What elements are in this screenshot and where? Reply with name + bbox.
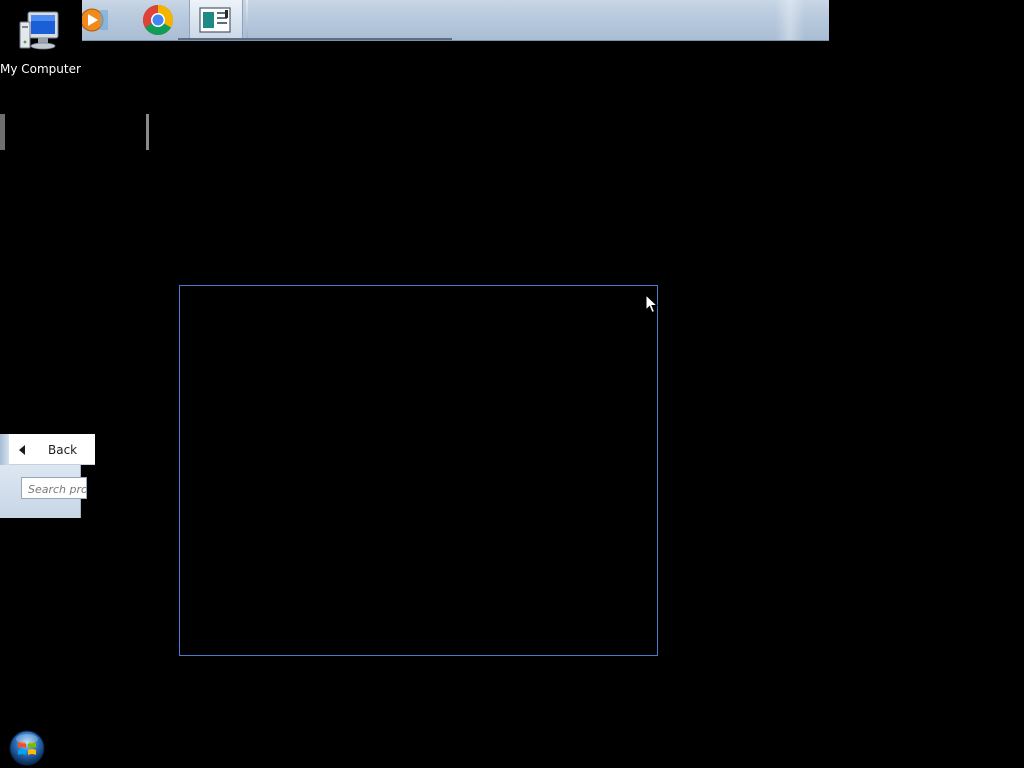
start-button[interactable] — [7, 729, 47, 767]
window-fragment — [0, 114, 150, 150]
computer-icon — [16, 8, 64, 60]
back-button[interactable]: Back — [14, 439, 90, 461]
window-app-icon — [199, 7, 231, 33]
chrome-icon — [142, 4, 174, 36]
search-programs-input[interactable] — [22, 480, 86, 498]
mouse-cursor-icon — [645, 293, 659, 314]
taskbar-glow — [775, 0, 805, 40]
back-button-label: Back — [48, 443, 78, 457]
taskbar-button-media-player[interactable] — [80, 0, 110, 40]
taskbar-button-chrome[interactable] — [138, 0, 178, 40]
start-menu-fragment: Back — [0, 434, 95, 518]
desktop: My Computer Back Search pro — [0, 0, 1024, 768]
taskbar-divider — [246, 0, 248, 40]
clip-overlay — [87, 478, 95, 504]
window-fragment-left-edge — [0, 114, 5, 150]
media-player-icon — [80, 8, 108, 32]
search-programs-box[interactable] — [21, 477, 87, 499]
my-computer-desktop-icon[interactable]: My Computer — [0, 4, 81, 76]
taskbar-underline — [178, 38, 452, 40]
back-arrow-icon — [19, 445, 25, 455]
taskbar — [80, 0, 829, 41]
desktop-icon-label: My Computer — [0, 62, 81, 76]
window-fragment-right-edge — [146, 114, 149, 150]
selection-rectangle[interactable] — [179, 285, 658, 656]
windows-logo-icon — [9, 730, 45, 766]
taskbar-button-active-window[interactable] — [189, 0, 243, 40]
